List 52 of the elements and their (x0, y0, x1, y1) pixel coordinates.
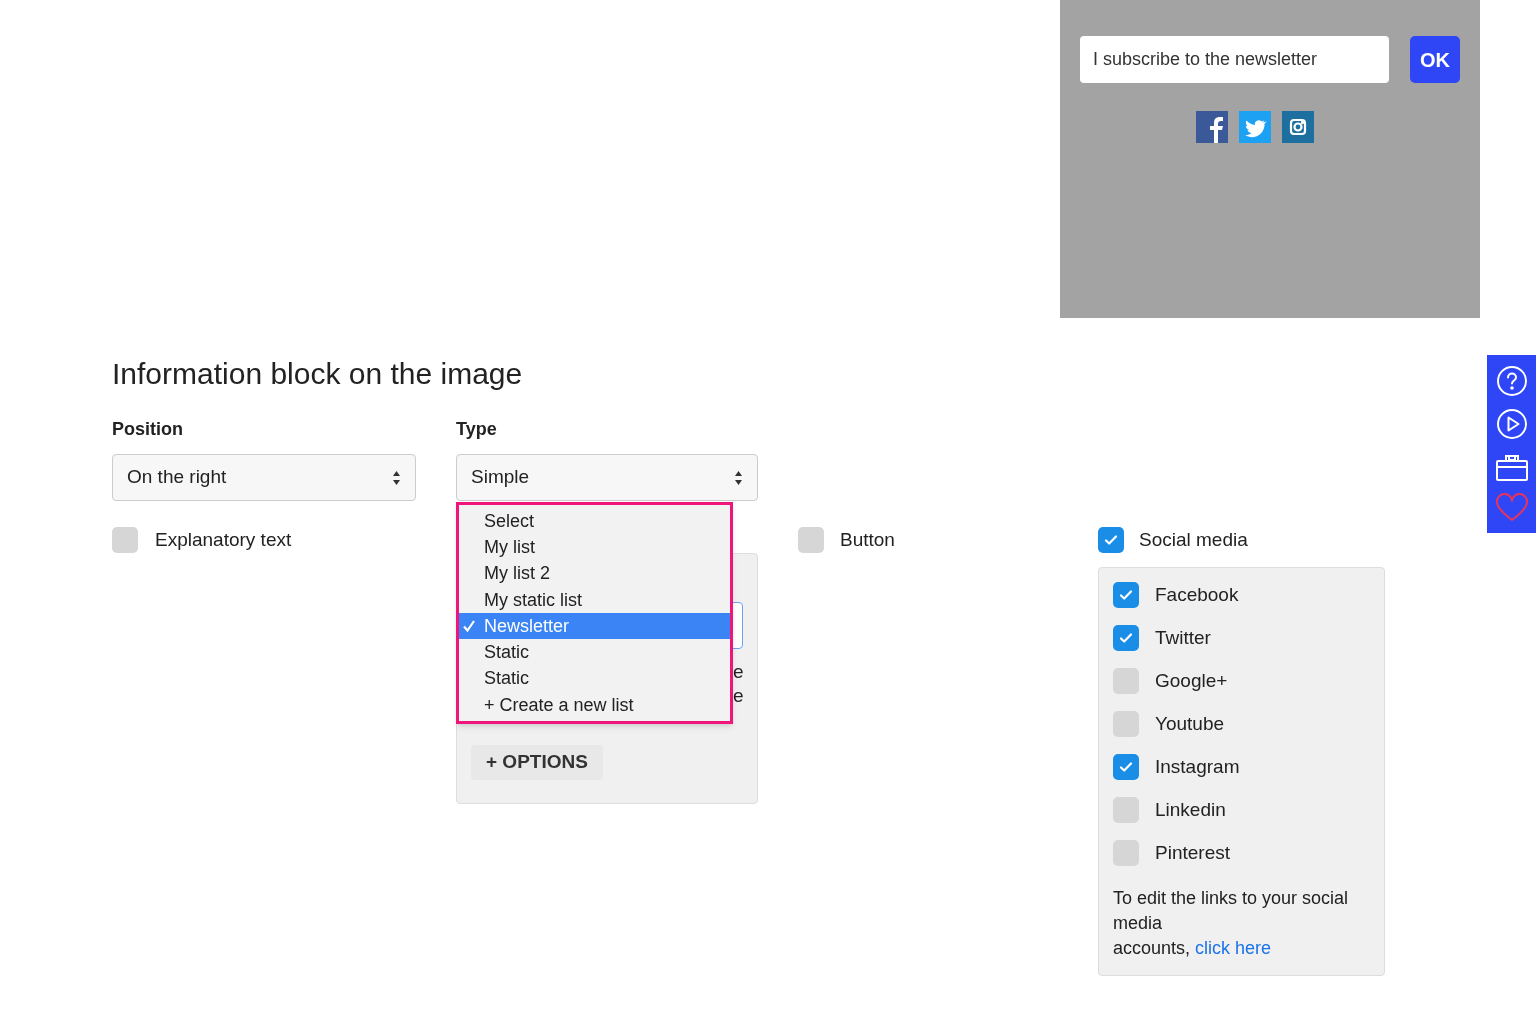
help-icon[interactable] (1495, 364, 1528, 397)
checkbox-label: Social media (1139, 527, 1248, 552)
checkbox[interactable] (1113, 625, 1139, 651)
dropdown-option[interactable]: My list 2 (459, 560, 730, 587)
checkbox-label: Explanatory text (155, 527, 292, 552)
checkbox[interactable] (1113, 797, 1139, 823)
text-fragment: e (733, 686, 744, 706)
checkbox[interactable] (798, 527, 824, 553)
checkbox-label: Linkedin (1155, 797, 1226, 822)
dropdown-option[interactable]: + Create a new list (459, 692, 730, 719)
checkbox[interactable] (1113, 582, 1139, 608)
checkbox[interactable] (1098, 527, 1124, 553)
type-select[interactable]: Simple (456, 454, 758, 501)
dropdown-option[interactable]: Select (459, 508, 730, 535)
checkbox-label: Pinterest (1155, 840, 1230, 865)
bird-icon[interactable] (1239, 111, 1271, 143)
social-links-note: To edit the links to your social media accounts, click here (1113, 887, 1350, 960)
select-arrows-icon (734, 469, 743, 486)
checkbox[interactable] (1113, 668, 1139, 694)
checkmark-icon (1118, 630, 1134, 646)
checkmark-icon (1118, 759, 1134, 775)
position-select[interactable]: On the right (112, 454, 416, 501)
checkmark-icon (462, 619, 476, 634)
checkbox[interactable] (112, 527, 138, 553)
text-fragment: e (733, 662, 744, 682)
dropdown-option[interactable]: My static list (459, 586, 730, 614)
options-button[interactable]: + OPTIONS (471, 745, 603, 780)
facebook-icon[interactable] (1196, 111, 1228, 143)
click-here-link[interactable]: click here (1195, 938, 1272, 958)
select-arrows-icon (392, 469, 401, 486)
checkbox-label: Button (840, 527, 895, 552)
dropdown-option[interactable]: Static (459, 639, 730, 666)
checkbox[interactable] (1113, 711, 1139, 737)
checkbox[interactable] (1113, 840, 1139, 866)
email-field[interactable]: I subscribe to the newsletter (1080, 36, 1389, 83)
ok-button[interactable]: OK (1410, 36, 1460, 83)
dropdown-option[interactable]: My list (459, 534, 730, 561)
dropdown-option[interactable]: Static (459, 665, 730, 693)
field-label: Type (456, 418, 498, 441)
checkmark-icon (1103, 532, 1119, 548)
camera-icon[interactable] (1282, 111, 1314, 143)
checkmark-icon (1118, 587, 1134, 603)
field-label: Position (112, 418, 184, 441)
checkbox-label: Facebook (1155, 582, 1239, 607)
checkbox-label: Twitter (1155, 625, 1211, 650)
checkbox-label: Instagram (1155, 754, 1240, 779)
checkbox[interactable] (1113, 754, 1139, 780)
section-title: Information block on the image (112, 356, 523, 392)
dropdown-option[interactable]: Newsletter (459, 613, 730, 640)
checkbox-label: Youtube (1155, 711, 1225, 736)
checkbox-label: Google+ (1155, 668, 1228, 693)
play-icon[interactable] (1495, 408, 1528, 441)
